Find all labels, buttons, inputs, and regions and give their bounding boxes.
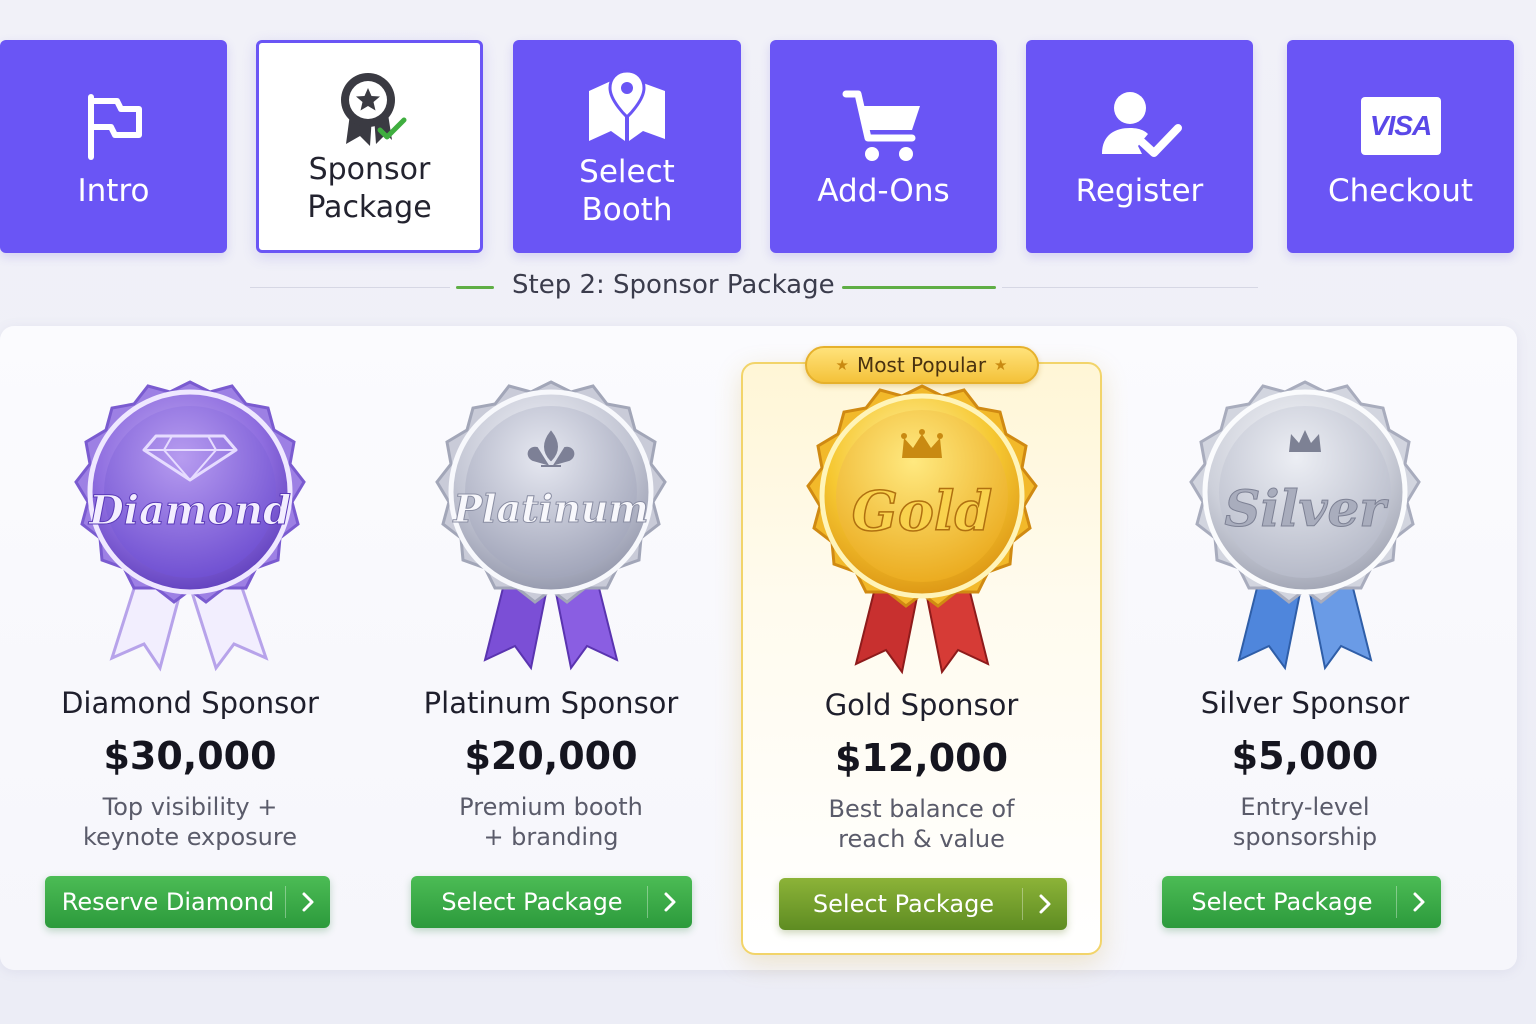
package-title: Platinum Sponsor — [423, 686, 679, 720]
divider-accent — [456, 286, 494, 289]
step-label: Checkout — [1327, 172, 1474, 209]
step-sponsor-package[interactable]: Sponsor Package — [256, 40, 483, 253]
svg-text:Gold: Gold — [851, 479, 991, 543]
step-intro[interactable]: Intro — [0, 40, 227, 253]
chevron-right-icon — [648, 891, 692, 913]
package-price: $20,000 — [464, 734, 638, 778]
svg-text:Diamond: Diamond — [88, 487, 291, 534]
step-caption: Step 2: Sponsor Package — [512, 270, 835, 300]
silver-medal-icon: Silver — [1155, 376, 1455, 676]
step-checkout[interactable]: VISA Checkout — [1287, 40, 1514, 253]
svg-text:Silver: Silver — [1224, 479, 1389, 538]
step-add-ons[interactable]: Add-Ons — [770, 40, 997, 253]
diamond-medal-icon: Diamond — [40, 376, 340, 676]
packages-panel: Diamond Diamond Sponsor $30,000 Top visi… — [0, 326, 1517, 970]
svg-text:Platinum: Platinum — [452, 486, 648, 531]
chevron-right-icon — [1023, 893, 1067, 915]
divider-accent — [842, 286, 996, 289]
package-card-diamond: Diamond Diamond Sponsor $30,000 Top visi… — [10, 326, 370, 970]
chevron-right-icon — [286, 891, 330, 913]
select-gold-button[interactable]: Select Package — [779, 878, 1067, 930]
package-description: Best balance of reach & value — [828, 795, 1015, 853]
step-select-booth[interactable]: Select Booth — [513, 40, 741, 253]
package-title: Diamond Sponsor — [61, 686, 319, 720]
package-price: $30,000 — [103, 734, 277, 778]
visa-logo: VISA — [1360, 96, 1441, 155]
package-description: Entry-level sponsorship — [1232, 793, 1378, 851]
chevron-right-icon — [1397, 891, 1441, 913]
step-label: Add-Ons — [817, 172, 950, 209]
package-description: Top visibility + keynote exposure — [83, 793, 297, 851]
cart-icon — [839, 84, 929, 168]
select-platinum-button[interactable]: Select Package — [411, 876, 692, 928]
package-price: $12,000 — [834, 736, 1009, 780]
select-silver-button[interactable]: Select Package — [1162, 876, 1441, 928]
divider — [1002, 287, 1258, 288]
step-label: Select Booth — [579, 153, 675, 228]
award-check-icon — [325, 67, 415, 151]
step-navigation: Intro Sponsor Package Select Booth Add-O… — [0, 40, 1536, 253]
package-card-gold: ★ Most Popular ★ Gold Gold Sponsor $12,0… — [741, 346, 1102, 955]
step-label: Register — [1075, 172, 1204, 209]
most-popular-badge: ★ Most Popular ★ — [804, 346, 1039, 384]
map-pin-icon — [582, 65, 672, 149]
package-card-silver: Silver Silver Sponsor $5,000 Entry-level… — [1124, 326, 1486, 970]
gold-medal-icon: Gold — [772, 380, 1072, 680]
reserve-diamond-button[interactable]: Reserve Diamond — [45, 876, 330, 928]
package-title: Silver Sponsor — [1200, 686, 1410, 720]
divider — [250, 287, 450, 288]
step-register[interactable]: Register — [1026, 40, 1253, 253]
star-icon: ★ — [994, 356, 1008, 374]
package-title: Gold Sponsor — [824, 688, 1019, 722]
visa-card-icon: VISA — [1356, 84, 1446, 168]
step-label: Sponsor Package — [307, 151, 432, 225]
step-caption-row: Step 2: Sponsor Package — [250, 268, 1260, 308]
package-card-platinum: Platinum Platinum Sponsor $20,000 Premiu… — [370, 326, 732, 970]
package-description: Premium booth + branding — [459, 793, 643, 851]
package-price: $5,000 — [1231, 734, 1379, 778]
star-icon: ★ — [835, 356, 849, 374]
flag-icon — [69, 84, 159, 168]
user-check-icon — [1095, 84, 1185, 168]
step-label: Intro — [77, 172, 150, 209]
platinum-medal-icon: Platinum — [401, 376, 701, 676]
